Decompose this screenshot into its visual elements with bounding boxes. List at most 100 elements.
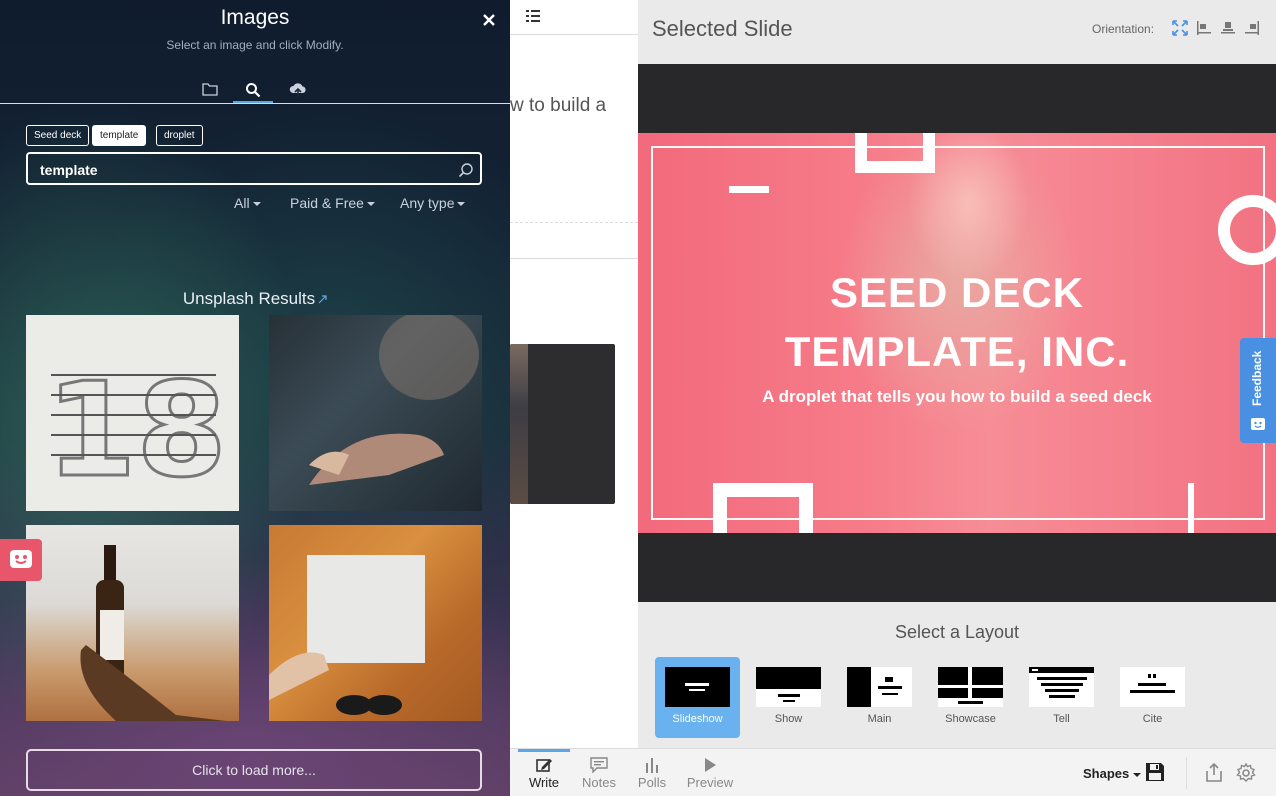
save-icon[interactable] bbox=[1145, 762, 1165, 782]
layout-label: Slideshow bbox=[672, 713, 723, 725]
filter-dropdown[interactable]: All bbox=[234, 195, 261, 211]
layout-show[interactable]: Show bbox=[746, 657, 831, 738]
tab-label: Notes bbox=[582, 775, 616, 790]
tab-preview[interactable]: Preview bbox=[682, 749, 738, 796]
share-icon[interactable] bbox=[1204, 763, 1224, 783]
divider bbox=[1186, 757, 1187, 789]
image-result[interactable] bbox=[269, 315, 482, 511]
filter-label: Any type bbox=[400, 195, 455, 211]
image-result[interactable] bbox=[269, 525, 482, 721]
smiley-icon bbox=[10, 550, 32, 568]
tag-label: template bbox=[100, 130, 139, 141]
thumbnail-photo bbox=[510, 344, 528, 504]
divider bbox=[510, 258, 638, 259]
support-tab[interactable] bbox=[0, 539, 42, 581]
search-value: template bbox=[40, 162, 98, 178]
load-more-label: Click to load more... bbox=[192, 762, 316, 778]
feedback-label: Feedback bbox=[1250, 350, 1264, 406]
slide-title-line: SEED DECK bbox=[829, 269, 1085, 316]
search-icon[interactable] bbox=[458, 162, 474, 178]
slide-title-line: TEMPLATE, INC. bbox=[784, 328, 1130, 375]
panel-heading: Selected Slide bbox=[652, 16, 793, 41]
layout-main[interactable]: Main bbox=[837, 657, 922, 738]
close-icon[interactable] bbox=[481, 12, 497, 28]
layout-thumbnail bbox=[1029, 667, 1094, 707]
tag-chip[interactable]: template bbox=[92, 125, 147, 146]
layout-cite[interactable]: Cite bbox=[1110, 657, 1195, 738]
tag-chip[interactable]: Seed deck bbox=[26, 125, 90, 146]
feedback-tab[interactable]: Feedback bbox=[1240, 338, 1276, 443]
slide-preview[interactable]: SEED DECK TEMPLATE, INC. A droplet that … bbox=[638, 133, 1276, 533]
layout-showcase[interactable]: Showcase bbox=[928, 657, 1013, 738]
editor-toolbar bbox=[510, 0, 638, 35]
tab-search[interactable] bbox=[233, 78, 273, 104]
filter-label: Paid & Free bbox=[290, 195, 364, 211]
tab-notes[interactable]: Notes bbox=[576, 749, 622, 796]
link-icon[interactable] bbox=[318, 295, 327, 304]
tab-label: Write bbox=[528, 775, 560, 790]
image-bottle-in-hand bbox=[80, 545, 226, 721]
folder-icon bbox=[202, 83, 218, 96]
chevron-down-icon bbox=[1132, 772, 1141, 777]
image-blank-card bbox=[269, 555, 425, 715]
layout-label: Cite bbox=[1142, 713, 1163, 725]
decorative-square bbox=[713, 483, 813, 533]
chevron-down-icon bbox=[457, 202, 466, 207]
load-more-button[interactable]: Click to load more... bbox=[26, 749, 482, 791]
chevron-down-icon bbox=[252, 202, 261, 207]
tag-label: Seed deck bbox=[34, 130, 82, 141]
slide-thumbnail[interactable] bbox=[510, 344, 615, 504]
bullet-list-icon[interactable] bbox=[526, 10, 540, 22]
images-panel: Images Select an image and click Modify.… bbox=[0, 0, 510, 796]
tab-label: Preview bbox=[686, 775, 734, 790]
tab-folder[interactable] bbox=[190, 78, 230, 104]
image-hands-crafting bbox=[309, 315, 479, 485]
selected-slide-panel: Selected Slide Orientation: SEED DECK TE… bbox=[638, 0, 1276, 748]
notes-icon bbox=[590, 757, 608, 773]
tab-upload[interactable] bbox=[277, 78, 317, 104]
editor-text-fragment[interactable]: w to build a bbox=[510, 95, 606, 117]
gear-icon[interactable] bbox=[1236, 763, 1256, 783]
results-heading-text: Unsplash Results bbox=[182, 289, 316, 308]
layout-thumbnail bbox=[1120, 667, 1185, 707]
layout-label: Tell bbox=[1053, 713, 1070, 725]
editor-pane: . w to build a bbox=[510, 0, 638, 748]
orientation-label: Orientation: bbox=[1092, 22, 1155, 36]
layout-slideshow[interactable]: Slideshow bbox=[655, 657, 740, 738]
layout-thumbnail bbox=[756, 667, 821, 707]
write-icon bbox=[536, 759, 552, 772]
play-icon bbox=[705, 758, 716, 772]
shapes-dropdown[interactable]: Shapes bbox=[1083, 766, 1141, 781]
tab-label: Polls bbox=[637, 775, 667, 790]
tab-write[interactable]: Write bbox=[518, 749, 570, 796]
results-heading: Unsplash Results bbox=[0, 289, 510, 309]
smiley-icon bbox=[1251, 418, 1265, 430]
layout-thumbnail bbox=[938, 667, 1003, 707]
image-result[interactable]: 18 bbox=[26, 315, 239, 511]
cloud-upload-icon bbox=[289, 83, 306, 97]
fullscreen-orientation-icon[interactable] bbox=[1172, 20, 1188, 36]
layout-tell[interactable]: Tell bbox=[1019, 657, 1104, 738]
tab-polls[interactable]: Polls bbox=[630, 749, 674, 796]
panel-subtitle: Select an image and click Modify. bbox=[166, 38, 344, 52]
align-center-orientation-icon[interactable] bbox=[1220, 20, 1236, 36]
tag-label: droplet bbox=[164, 130, 195, 141]
bottom-toolbar: Write Notes Polls Preview Shapes bbox=[510, 748, 1276, 796]
search-input[interactable]: template bbox=[26, 152, 482, 185]
chevron-down-icon bbox=[366, 202, 375, 207]
filter-dropdown[interactable]: Any type bbox=[400, 195, 466, 211]
tag-chip[interactable]: droplet bbox=[156, 125, 203, 146]
tabs-divider bbox=[0, 103, 510, 104]
filter-dropdown[interactable]: Paid & Free bbox=[290, 195, 375, 211]
editor-text-fragment[interactable]: . bbox=[510, 60, 511, 82]
image-result[interactable] bbox=[26, 525, 239, 721]
search-icon bbox=[246, 83, 261, 98]
align-right-orientation-icon[interactable] bbox=[1244, 20, 1260, 36]
layout-heading: Select a Layout bbox=[894, 622, 1020, 642]
layout-label: Show bbox=[774, 713, 803, 725]
polls-icon bbox=[646, 758, 658, 773]
decorative-dash bbox=[729, 186, 769, 193]
svg-text:18: 18 bbox=[46, 354, 227, 506]
align-left-orientation-icon[interactable] bbox=[1196, 20, 1212, 36]
decorative-bar bbox=[1188, 483, 1194, 533]
